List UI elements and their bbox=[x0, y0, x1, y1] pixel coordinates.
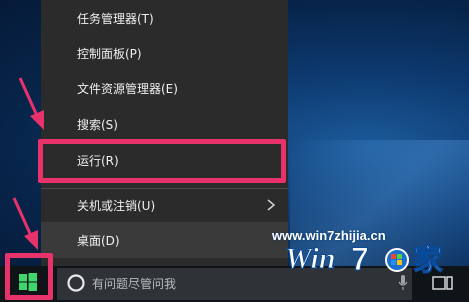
cortana-icon bbox=[67, 274, 85, 292]
arrow-icon bbox=[18, 77, 44, 130]
menu-item-control-panel[interactable]: 控制面板(P) bbox=[41, 37, 288, 69]
task-view-icon[interactable] bbox=[431, 274, 455, 292]
chevron-right-icon bbox=[267, 199, 276, 211]
menu-item-label: 文件资源管理器(E) bbox=[77, 81, 178, 96]
menu-item-search[interactable]: 搜索(S) bbox=[41, 108, 288, 140]
microphone-icon[interactable] bbox=[398, 275, 408, 291]
svg-text:Win: Win bbox=[285, 242, 336, 275]
menu-item-task-manager[interactable]: 任务管理器(T) bbox=[41, 2, 288, 34]
menu-item-label: 关机或注销(U) bbox=[77, 198, 156, 213]
menu-item-desktop[interactable]: 桌面(D) bbox=[41, 222, 288, 258]
arrow-icon bbox=[12, 197, 38, 250]
menu-item-label: 控制面板(P) bbox=[77, 46, 142, 61]
svg-text:7: 7 bbox=[351, 241, 369, 276]
menu-item-label: 桌面(D) bbox=[77, 233, 120, 248]
run-highlight-box bbox=[38, 139, 286, 183]
svg-text:家: 家 bbox=[413, 244, 443, 276]
start-context-menu: 任务管理器(T) 控制面板(P) 文件资源管理器(E) 搜索(S) 运行(R) … bbox=[41, 0, 288, 266]
menu-item-label: 搜索(S) bbox=[77, 117, 118, 132]
site-logo-icon: Win 7 家 bbox=[285, 241, 444, 277]
start-highlight-box bbox=[5, 253, 53, 300]
menu-item-file-explorer[interactable]: 文件资源管理器(E) bbox=[41, 72, 288, 104]
menu-item-shutdown[interactable]: 关机或注销(U) bbox=[41, 189, 288, 221]
search-placeholder[interactable]: 有问题尽管问我 bbox=[92, 275, 176, 292]
menu-item-label: 任务管理器(T) bbox=[77, 11, 154, 26]
